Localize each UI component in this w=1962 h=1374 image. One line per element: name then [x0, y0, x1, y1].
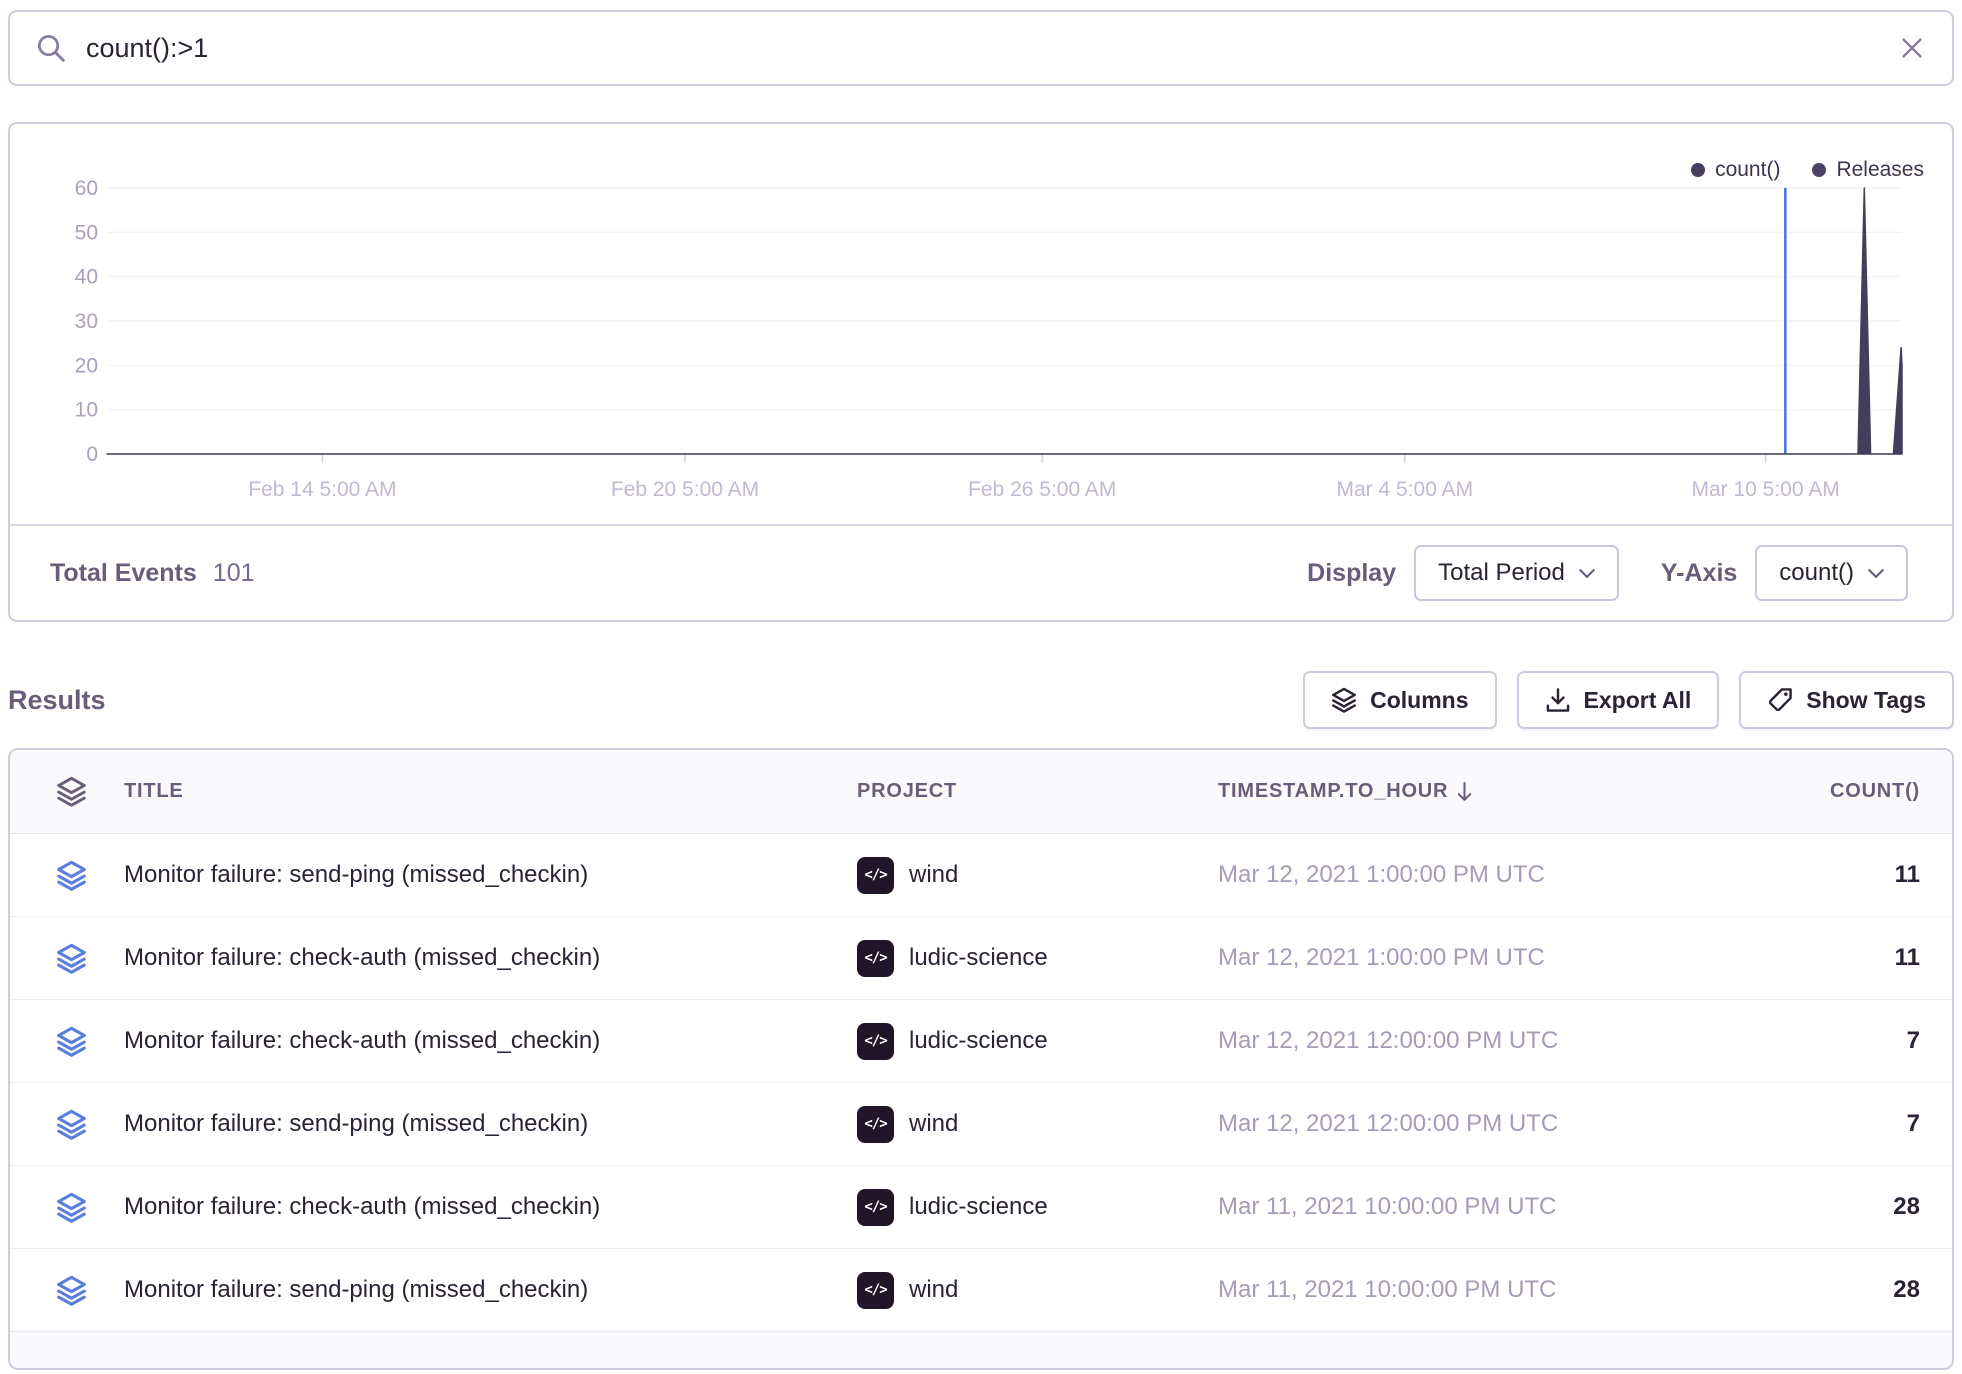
results-bar: Results Columns Export All — [8, 668, 1954, 732]
project-name[interactable]: wind — [909, 1276, 958, 1304]
svg-text:20: 20 — [75, 354, 98, 377]
timestamp-value: Mar 12, 2021 1:00:00 PM UTC — [1218, 861, 1772, 889]
count-value: 7 — [1772, 1110, 1952, 1138]
event-title-link[interactable]: Monitor failure: check-auth (missed_chec… — [124, 1193, 857, 1221]
yaxis-dropdown-value: count() — [1779, 559, 1854, 587]
project-platform-icon: </> — [857, 940, 894, 977]
show-tags-button[interactable]: Show Tags — [1739, 671, 1954, 729]
display-dropdown[interactable]: Total Period — [1414, 545, 1619, 601]
event-title-link[interactable]: Monitor failure: send-ping (missed_check… — [124, 1276, 857, 1304]
search-bar: count():>1 — [8, 10, 1954, 86]
event-title-link[interactable]: Monitor failure: send-ping (missed_check… — [124, 861, 857, 889]
chart-legend: count() Releases — [1691, 158, 1924, 182]
count-value: 28 — [1772, 1276, 1952, 1304]
yaxis-dropdown[interactable]: count() — [1755, 545, 1908, 601]
timestamp-value: Mar 12, 2021 1:00:00 PM UTC — [1218, 944, 1772, 972]
project-name[interactable]: ludic-science — [909, 944, 1048, 972]
results-table: TITLE PROJECT TIMESTAMP.TO_HOUR COUNT() … — [8, 748, 1954, 1370]
timestamp-value: Mar 11, 2021 10:00:00 PM UTC — [1218, 1193, 1772, 1221]
legend-dot-releases-icon — [1812, 163, 1826, 177]
legend-dot-count-icon — [1691, 163, 1705, 177]
svg-text:Feb 26 5:00 AM: Feb 26 5:00 AM — [968, 478, 1116, 501]
event-title-link[interactable]: Monitor failure: check-auth (missed_chec… — [124, 944, 857, 972]
project-name[interactable]: wind — [909, 861, 958, 889]
table-row: Monitor failure: send-ping (missed_check… — [10, 1249, 1952, 1332]
legend-label-releases: Releases — [1836, 158, 1924, 182]
svg-text:40: 40 — [75, 266, 98, 289]
events-over-time-chart[interactable]: 0 10 20 30 40 50 60 Feb 14 5:00 AM Feb 20 5:00 A… — [10, 124, 1956, 506]
stack-icon — [10, 776, 124, 807]
discover-page: count():>1 count() Releases 0 10 20 30 40 50 6… — [0, 0, 1962, 1374]
event-title-link[interactable]: Monitor failure: check-auth (missed_chec… — [124, 1027, 857, 1055]
project-platform-icon: </> — [857, 1106, 894, 1143]
svg-text:10: 10 — [75, 399, 98, 422]
stack-icon — [1331, 687, 1357, 713]
count-value: 11 — [1772, 944, 1952, 972]
events-chart-panel: count() Releases 0 10 20 30 40 50 60 Feb 14 5:0… — [8, 122, 1954, 622]
count-value: 11 — [1772, 861, 1952, 889]
display-label: Display — [1307, 559, 1396, 588]
table-row: Monitor failure: send-ping (missed_check… — [10, 1083, 1952, 1166]
svg-text:Mar 10 5:00 AM: Mar 10 5:00 AM — [1691, 478, 1839, 501]
chevron-down-icon — [1579, 568, 1595, 579]
svg-text:30: 30 — [75, 310, 98, 333]
table-row: Monitor failure: check-auth (missed_chec… — [10, 1166, 1952, 1249]
table-row: Monitor failure: check-auth (missed_chec… — [10, 1000, 1952, 1083]
tag-icon — [1767, 687, 1793, 713]
total-events-value: 101 — [213, 559, 255, 588]
project-platform-icon: </> — [857, 1023, 894, 1060]
search-icon — [36, 33, 66, 63]
timestamp-value: Mar 12, 2021 12:00:00 PM UTC — [1218, 1027, 1772, 1055]
event-title-link[interactable]: Monitor failure: send-ping (missed_check… — [124, 1110, 857, 1138]
export-all-button[interactable]: Export All — [1517, 671, 1720, 729]
total-events-label: Total Events — [50, 559, 197, 588]
timestamp-value: Mar 12, 2021 12:00:00 PM UTC — [1218, 1110, 1772, 1138]
yaxis-label: Y-Axis — [1661, 559, 1737, 588]
search-input[interactable]: count():>1 — [86, 33, 1878, 64]
project-platform-icon: </> — [857, 857, 894, 894]
project-name[interactable]: ludic-science — [909, 1193, 1048, 1221]
table-row: Monitor failure: check-auth (missed_chec… — [10, 917, 1952, 1000]
project-name[interactable]: ludic-science — [909, 1027, 1048, 1055]
chart-footer: Total Events 101 Display Total Period Y-… — [10, 524, 1952, 620]
project-platform-icon: </> — [857, 1189, 894, 1226]
results-heading: Results — [8, 685, 106, 716]
column-header-project[interactable]: PROJECT — [857, 780, 1218, 803]
display-dropdown-value: Total Period — [1438, 559, 1565, 587]
table-footer — [10, 1332, 1952, 1368]
columns-button[interactable]: Columns — [1303, 671, 1496, 729]
svg-text:Feb 20 5:00 AM: Feb 20 5:00 AM — [611, 478, 759, 501]
download-icon — [1545, 687, 1571, 713]
stack-icon — [56, 860, 87, 891]
svg-text:60: 60 — [75, 177, 98, 200]
project-name[interactable]: wind — [909, 1110, 958, 1138]
legend-label-count: count() — [1715, 158, 1780, 182]
column-header-count[interactable]: COUNT() — [1772, 780, 1952, 803]
count-value: 28 — [1772, 1193, 1952, 1221]
stack-icon — [56, 1275, 87, 1306]
column-header-title[interactable]: TITLE — [124, 780, 857, 803]
svg-text:0: 0 — [86, 443, 98, 466]
sort-desc-icon — [1456, 781, 1473, 803]
stack-icon — [56, 1192, 87, 1223]
table-header-row: TITLE PROJECT TIMESTAMP.TO_HOUR COUNT() — [10, 750, 1952, 834]
chevron-down-icon — [1868, 568, 1884, 579]
clear-search-icon[interactable] — [1898, 34, 1926, 62]
svg-text:Feb 14 5:00 AM: Feb 14 5:00 AM — [248, 478, 396, 501]
timestamp-value: Mar 11, 2021 10:00:00 PM UTC — [1218, 1276, 1772, 1304]
stack-icon — [56, 1109, 87, 1140]
svg-text:Mar 4 5:00 AM: Mar 4 5:00 AM — [1337, 478, 1474, 501]
legend-item-count[interactable]: count() — [1691, 158, 1780, 182]
project-platform-icon: </> — [857, 1272, 894, 1309]
count-value: 7 — [1772, 1027, 1952, 1055]
legend-item-releases[interactable]: Releases — [1812, 158, 1924, 182]
stack-icon — [56, 1026, 87, 1057]
table-body: Monitor failure: send-ping (missed_check… — [10, 834, 1952, 1332]
stack-icon — [56, 943, 87, 974]
table-row: Monitor failure: send-ping (missed_check… — [10, 834, 1952, 917]
svg-text:50: 50 — [75, 221, 98, 244]
column-header-timestamp[interactable]: TIMESTAMP.TO_HOUR — [1218, 780, 1772, 803]
